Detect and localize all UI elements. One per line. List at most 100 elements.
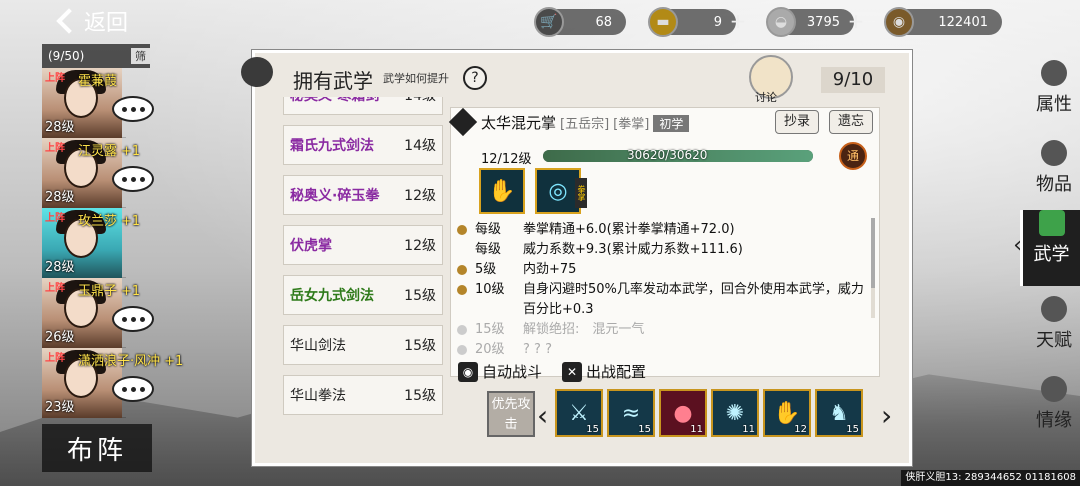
roster-count: (9/50) (48, 49, 85, 63)
config-icon: ✕ (562, 361, 583, 382)
nav-attributes[interactable]: 属性 (1028, 60, 1080, 136)
auto-battle-toggle[interactable]: ◉ 自动战斗 (458, 361, 542, 382)
copy-button[interactable]: 抄录 (775, 110, 819, 134)
skill-title: 太华混元掌 [五岳宗] [拳掌] 初学 (481, 112, 690, 133)
hero-tag: 上阵 (45, 283, 65, 294)
exp-text: 30620/30620 (627, 148, 708, 162)
resource-gold: ▬ 9 + (648, 7, 746, 37)
silver-ingot-icon: ◒ (766, 7, 796, 37)
resource-cart-value: 68 (595, 14, 612, 30)
silver-plus-button[interactable]: + (846, 11, 866, 32)
hero-tag: 上阵 (45, 143, 65, 154)
nav-martial-arts[interactable]: 武学 (1020, 210, 1080, 286)
burst-skill-icon[interactable]: ✺ 11 (711, 389, 759, 437)
chevron-left-icon (56, 8, 82, 34)
help-icon[interactable]: ? (463, 66, 487, 90)
roster-header: (9/50) 筛 (42, 44, 150, 68)
resource-gold-value: 9 (713, 14, 722, 30)
dragon-skill-icon[interactable]: ♞ 15 (815, 389, 863, 437)
attributes-icon (1041, 60, 1067, 86)
skill-level: 12/12级 (481, 152, 532, 167)
hero-level: 26级 (45, 330, 75, 345)
sword-skill-icon[interactable]: ⚔ 15 (555, 389, 603, 437)
forget-button[interactable]: 遗忘 (829, 110, 873, 134)
resource-cart: 🛒 68 (534, 7, 626, 37)
hero-name: 潇洒浪子·风冲 +1 (78, 354, 184, 369)
hero-card-5[interactable]: 上阵 潇洒浪子·风冲 +1 23级 (42, 348, 183, 418)
formation-button[interactable]: 布阵 (42, 424, 152, 472)
skill-item[interactable]: 秘奥义·寒霜剑14级 (283, 97, 443, 115)
hero-name: 霍蒹葭 (78, 74, 118, 89)
cart-icon: 🛒 (534, 7, 564, 37)
skill-item[interactable]: 秘奥义·碎玉拳 12级 (283, 175, 443, 215)
skill-item[interactable]: 华山拳法 15级 (283, 375, 443, 415)
effect-row: 10级 自身闪避时50%几率发动本武学，回合外使用本武学，威力百分比+0.3 (457, 280, 869, 320)
effect-row: 每级 拳掌精通+6.0(累计拳掌精通+72.0) (457, 220, 869, 240)
skill-item[interactable]: 伏虎掌 12级 (283, 225, 443, 265)
hero-tag: 上阵 (45, 213, 65, 224)
hero-card-1[interactable]: 上阵 霍蒹葭 28级 (42, 68, 154, 138)
copper-coin-icon: ◉ (884, 7, 914, 37)
battle-options: ◉ 自动战斗 ✕ 出战配置 (458, 361, 646, 382)
resource-copper: ◉ 122401 (884, 7, 1002, 37)
sword-emblem-icon (241, 57, 273, 87)
back-label: 返回 (84, 11, 129, 36)
chat-bubble-icon[interactable] (112, 166, 154, 192)
how-to-improve-link[interactable]: 武学如何提升 (383, 70, 449, 86)
wave-skill-icon[interactable]: ≈15 (607, 389, 655, 437)
hero-name: 玉鼎子 +1 (78, 284, 141, 299)
skill-detail: 太华混元掌 [五岳宗] [拳掌] 初学 抄录 遗忘 12/12级 30620/3062… (448, 107, 880, 377)
effect-row: 15级 解锁绝招: 混元一气 (457, 320, 869, 340)
chat-bubble-icon[interactable] (112, 96, 154, 122)
hero-roster: (9/50) 筛 上阵 霍蒹葭 28级 上阵 江灵露 +1 28级 上阵 玫兰莎 +… (42, 44, 222, 418)
chat-bubble-icon[interactable] (112, 376, 154, 402)
skill-item[interactable]: 华山剑法 15级 (283, 325, 443, 365)
right-navigation: 属性 物品 武学 天赋 情缘 (1020, 40, 1080, 486)
skill-palm-icon[interactable]: ✋ (479, 168, 525, 214)
mastery-badge[interactable]: 通 (839, 142, 867, 170)
resource-silver: ◒ 3795 + (766, 7, 864, 37)
skill-list[interactable]: 秘奥义·寒霜剑14级 霜氏九式剑法14级 秘奥义·碎玉拳12级 伏虎掌12级 岳… (283, 97, 443, 459)
roster-filter-button[interactable]: 筛 (131, 48, 150, 64)
tray-right-arrow-icon[interactable]: › (881, 399, 892, 432)
discuss-label[interactable]: 讨论 (755, 89, 777, 105)
hero-level: 28级 (45, 120, 75, 135)
skill-effects: 每级 拳掌精通+6.0(累计拳掌精通+72.0) 每级 威力系数+9.3(累计威力系… (457, 220, 869, 360)
skill-diamond-icon (448, 107, 478, 137)
nav-items[interactable]: 物品 (1028, 140, 1080, 216)
hero-name: 江灵露 +1 (78, 144, 141, 159)
nav-selection-bracket: ‹ (1013, 233, 1022, 258)
auto-battle-icon: ◉ (458, 361, 478, 382)
chat-bubble-icon[interactable] (112, 306, 154, 332)
resource-silver-value: 3795 (806, 14, 840, 30)
skill-item[interactable]: 岳女九式剑法 15级 (283, 275, 443, 315)
resource-copper-value: 122401 (938, 14, 988, 30)
hero-card-4[interactable]: 上阵 玉鼎子 +1 26级 (42, 278, 154, 348)
effect-row: 20级? ? ? (457, 340, 869, 360)
effects-scrollbar[interactable] (871, 218, 875, 318)
panel-title: 拥有武学 (293, 69, 373, 93)
talent-icon (1041, 296, 1067, 322)
skill-count: 9/10 (821, 67, 885, 93)
hero-card-2[interactable]: 上阵 江灵露 +1 28级 (42, 138, 154, 208)
footer-info: 侠肝义胆13: 289344652 01181608 (901, 470, 1080, 486)
gold-plus-button[interactable]: + (728, 11, 748, 32)
nav-talent[interactable]: 天赋 (1028, 296, 1080, 372)
red-orb-skill-icon[interactable]: ● 11 (659, 389, 707, 437)
back-button[interactable]: 返回 (54, 4, 144, 38)
hero-card-3[interactable]: 上阵 玫兰莎 +1 28级 (42, 208, 140, 278)
skill-item[interactable]: 霜氏九式剑法 14级 (283, 125, 443, 165)
effect-row: 5级 内劲+75 (457, 260, 869, 280)
hero-tag: 上阵 (45, 73, 65, 84)
battle-config-toggle[interactable]: ✕ 出战配置 (562, 361, 646, 382)
nav-affinity[interactable]: 情缘 (1028, 376, 1080, 452)
tray-left-arrow-icon[interactable]: ‹ (537, 399, 548, 432)
slot-badge: 拳掌 (575, 178, 587, 208)
palm-skill-icon[interactable]: ✋ 12 (763, 389, 811, 437)
heart-icon (1041, 376, 1067, 402)
hero-level: 28级 (45, 190, 75, 205)
priority-attack-button[interactable]: 优先攻击 (487, 391, 535, 437)
skill-swirl-icon[interactable]: ◎ 拳掌 (535, 168, 587, 214)
hero-level: 23级 (45, 400, 75, 415)
martial-arts-panel: 拥有武学 武学如何提升 ? 讨论 9/10 秘奥义·寒霜剑14级 霜氏九式剑法1… (241, 50, 912, 466)
